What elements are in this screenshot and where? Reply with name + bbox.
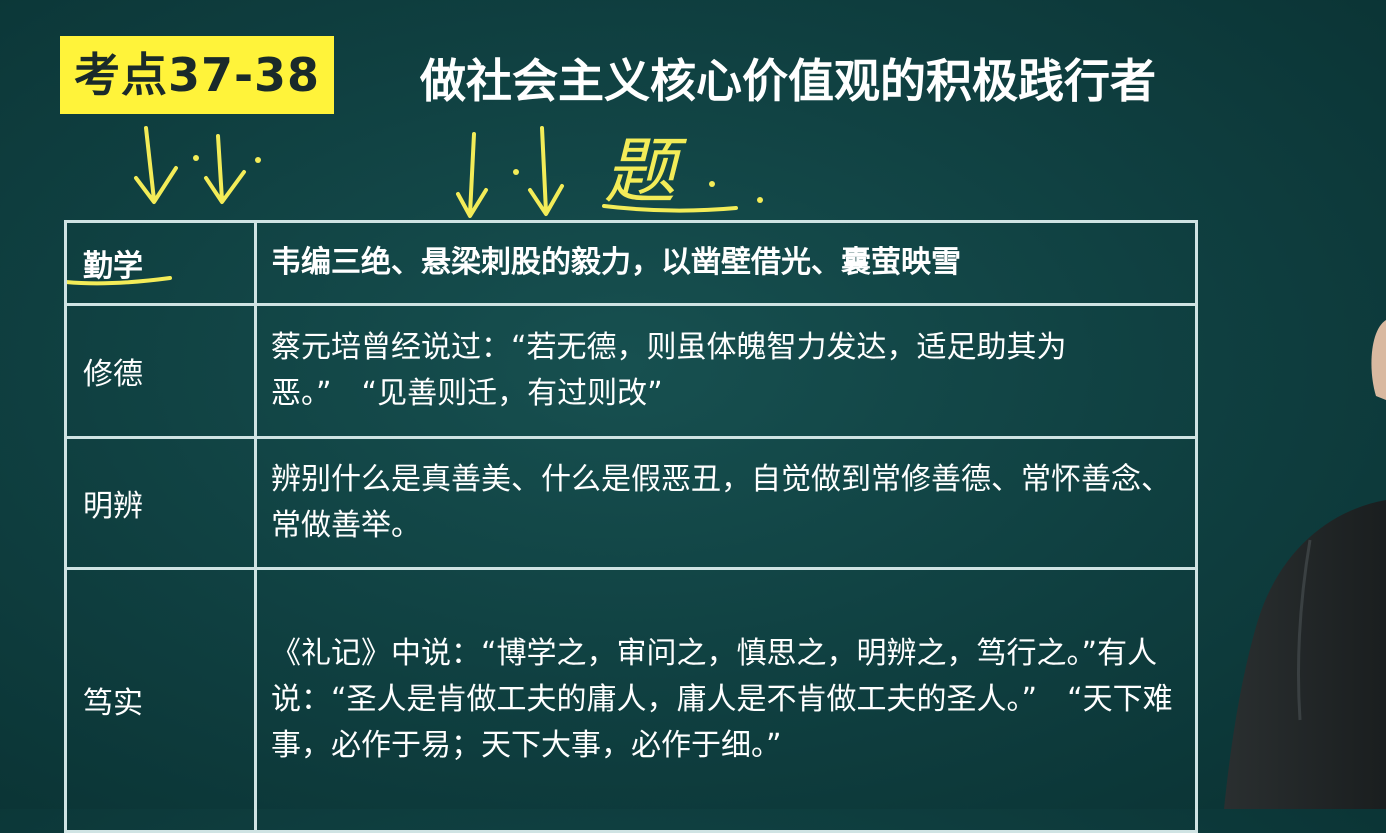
table-row: 明辨 辨别什么是真善美、什么是假恶丑，自觉做到常修善德、常怀善念、常做善举。 xyxy=(64,436,1198,570)
table-description: 蔡元培曾经说过：“若无德，则虽体魄智力发达，适足助其为恶。” “见善则迁，有过则… xyxy=(254,303,1198,439)
slide-title: 做社会主义核心价值观的积极践行者 xyxy=(420,54,1156,108)
presenter-figure xyxy=(1224,320,1386,809)
table-description: 韦编三绝、悬梁刺股的毅力，以凿壁借光、囊萤映雪 xyxy=(254,220,1198,306)
annotation-arrow-2 xyxy=(204,134,246,204)
table-row: 勤学 韦编三绝、悬梁刺股的毅力，以凿壁借光、囊萤映雪 xyxy=(64,220,1198,306)
annotation-arrow-3 xyxy=(456,132,488,218)
annotation-arrow-4 xyxy=(528,126,564,216)
table-row: 笃实 《礼记》中说：“博学之，审问之，慎思之，明辨之，笃行之。”有人说：“圣人是… xyxy=(64,567,1198,833)
table-term: 勤学 xyxy=(64,220,257,306)
topic-badge: 考点37-38 xyxy=(60,36,334,114)
table-term: 明辨 xyxy=(64,436,257,570)
table-term: 修德 xyxy=(64,303,257,439)
table-description: 《礼记》中说：“博学之，审问之，慎思之，明辨之，笃行之。”有人说：“圣人是肯做工… xyxy=(254,567,1198,833)
handwritten-character: 题 xyxy=(604,129,688,213)
table-term: 笃实 xyxy=(64,567,257,833)
content-table: 勤学 韦编三绝、悬梁刺股的毅力，以凿壁借光、囊萤映雪 修德 蔡元培曾经说过：“若… xyxy=(64,220,1198,833)
table-row: 修德 蔡元培曾经说过：“若无德，则虽体魄智力发达，适足助其为恶。” “见善则迁，… xyxy=(64,303,1198,439)
annotation-underline-2 xyxy=(602,204,738,213)
annotation-arrow-1 xyxy=(134,126,178,204)
table-description: 辨别什么是真善美、什么是假恶丑，自觉做到常修善德、常怀善念、常做善举。 xyxy=(254,436,1198,570)
